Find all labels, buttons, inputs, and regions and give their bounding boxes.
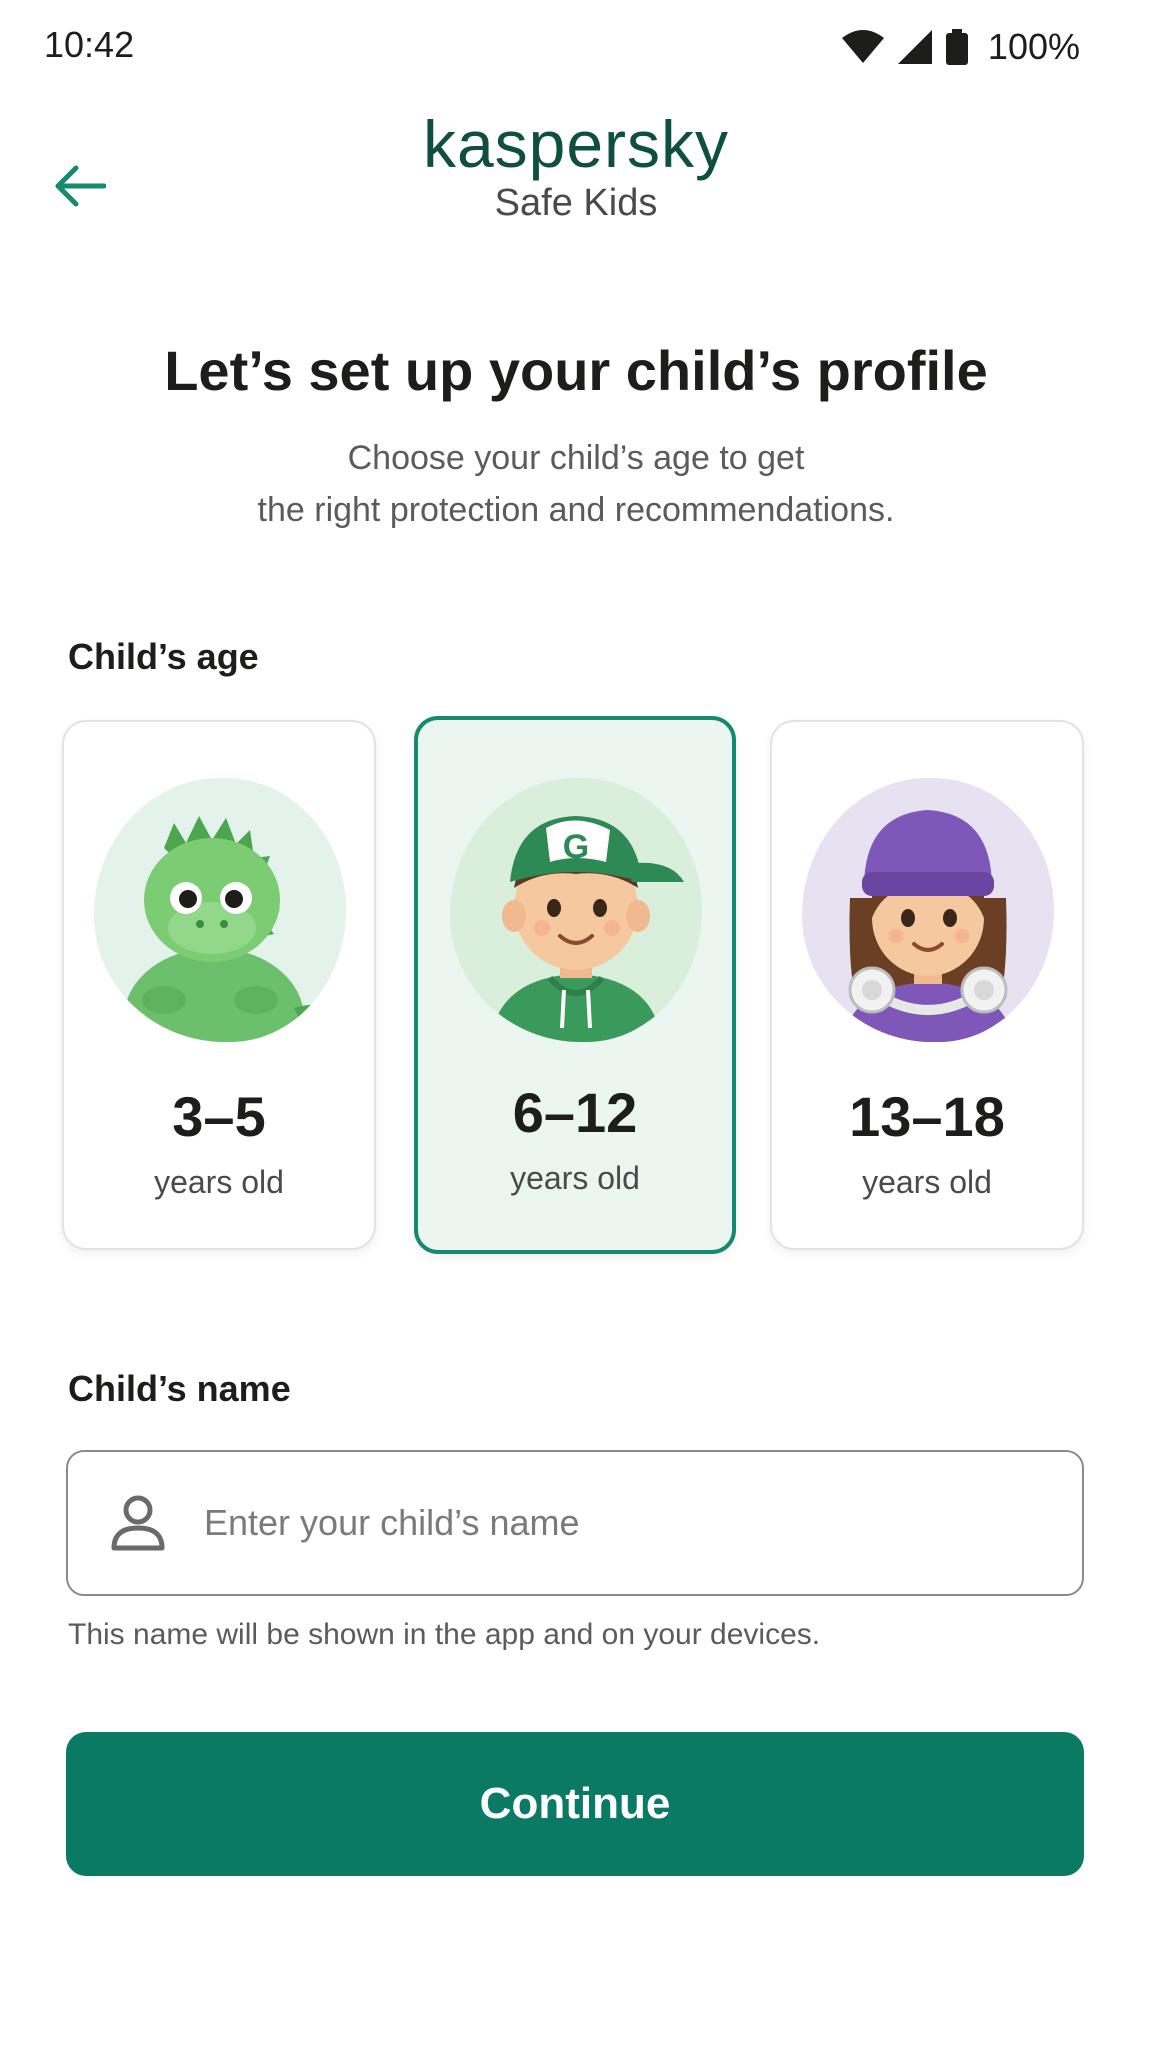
product-name: Safe Kids (494, 182, 658, 224)
brand-logo: kaspersky Safe Kids (0, 110, 1152, 225)
app-header: kaspersky Safe Kids (0, 110, 1152, 260)
age-card-13-18[interactable]: 13–18 years old (770, 720, 1084, 1250)
continue-button[interactable]: Continue (66, 1732, 1084, 1876)
age-unit: years old (154, 1164, 284, 1200)
battery-icon (945, 29, 968, 65)
signal-icon (897, 30, 932, 64)
svg-text:G: G (563, 828, 589, 866)
subtitle-line-1: Choose your child’s age to get (347, 439, 805, 477)
battery-percentage: 100% (987, 26, 1080, 67)
person-icon (108, 1493, 168, 1553)
arrow-left-icon (54, 164, 107, 213)
status-icons: 100% (841, 24, 1080, 70)
page-subtitle: Choose your child’s age to get the right… (150, 432, 1002, 536)
age-card-3-5[interactable]: 3–5 years old (62, 720, 376, 1250)
status-time: 10:42 (44, 24, 135, 65)
child-age-label: Child’s age (68, 636, 259, 677)
dinosaur-avatar (94, 778, 346, 1042)
brand-name: kaspersky (422, 107, 730, 181)
boy-avatar: G (450, 778, 702, 1042)
subtitle-line-2: the right protection and recommendations… (257, 491, 895, 529)
child-name-placeholder[interactable]: Enter your child’s name (204, 1502, 580, 1544)
age-range: 13–18 (849, 1085, 1005, 1148)
age-range: 6–12 (512, 1081, 638, 1144)
page-title: Let’s set up your child’s profile (164, 339, 988, 402)
child-name-input[interactable]: Enter your child’s name (66, 1450, 1084, 1596)
status-bar: 10:42 100% (0, 0, 1152, 96)
child-name-label: Child’s name (68, 1368, 291, 1409)
continue-button-label: Continue (479, 1779, 671, 1828)
teen-girl-avatar (802, 778, 1054, 1042)
age-card-6-12[interactable]: G 6–12 years old (414, 716, 736, 1254)
age-unit: years old (862, 1164, 992, 1200)
back-button[interactable] (40, 148, 120, 228)
age-range: 3–5 (172, 1085, 266, 1148)
age-unit: years old (510, 1160, 640, 1196)
helper-text: This name will be shown in the app and o… (68, 1618, 821, 1651)
wifi-icon (841, 30, 884, 64)
